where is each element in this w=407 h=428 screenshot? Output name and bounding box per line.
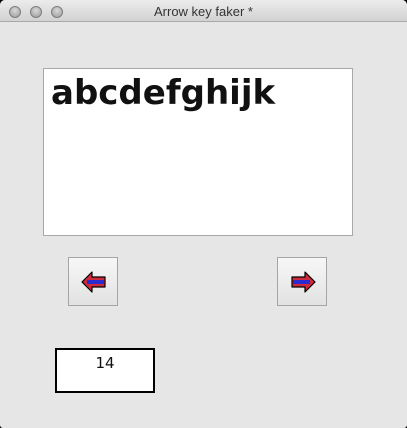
left-arrow-icon [81,271,106,293]
text-area-content: abcdefghijk [51,73,276,113]
app-window: Arrow key faker * abcdefghijk 14 [0,0,407,428]
title-bar: Arrow key faker * [0,0,407,22]
counter-value: 14 [95,354,115,372]
text-area[interactable]: abcdefghijk [43,68,353,236]
window-title: Arrow key faker * [154,4,253,19]
left-arrow-button[interactable] [68,257,118,306]
right-arrow-icon [291,271,316,293]
counter-field: 14 [55,348,155,393]
right-arrow-button[interactable] [277,257,327,306]
